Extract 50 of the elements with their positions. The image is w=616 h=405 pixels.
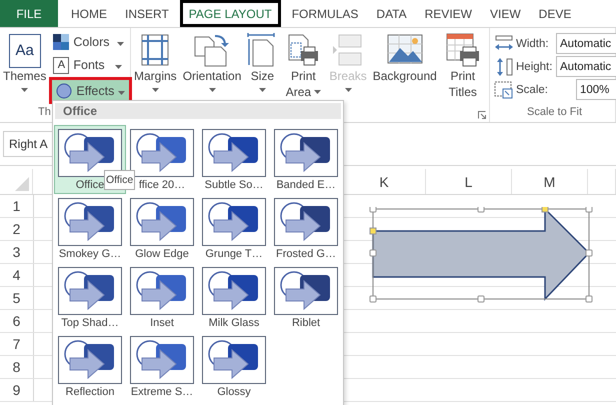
- ribbon-tab[interactable]: DEVE: [532, 0, 578, 27]
- effect-option[interactable]: Banded E…: [270, 125, 342, 194]
- ribbon-tab[interactable]: DATA: [369, 0, 414, 27]
- effect-option[interactable]: Grunge T…: [198, 194, 270, 263]
- field-label: Width:: [516, 38, 550, 50]
- group-label: Th: [38, 106, 51, 118]
- row-header[interactable]: 8: [0, 356, 34, 378]
- ribbon-tab[interactable]: INSERT: [118, 0, 176, 27]
- column-header[interactable]: L: [426, 169, 512, 194]
- ribbon-tab[interactable]: FORMULAS: [284, 0, 366, 27]
- row-header[interactable]: 4: [0, 264, 34, 286]
- ribbon-tab[interactable]: PAGE LAYOUT: [180, 0, 281, 27]
- ribbon-tab[interactable]: REVIEW: [418, 0, 479, 27]
- height-field[interactable]: Automatic: [556, 56, 616, 77]
- print-titles-button[interactable]: Print Titles: [440, 28, 486, 122]
- colors-button[interactable]: Colors: [49, 31, 132, 53]
- effect-option[interactable]: Riblet: [270, 263, 342, 332]
- width-field[interactable]: Automatic: [556, 33, 616, 54]
- file-tab[interactable]: FILE: [0, 0, 58, 27]
- row-header[interactable]: 2: [0, 218, 34, 240]
- field-label: Height:: [516, 60, 554, 72]
- tooltip: Office: [104, 170, 136, 190]
- effect-option[interactable]: Glow Edge: [126, 194, 198, 263]
- row-header[interactable]: 7: [0, 333, 34, 355]
- ribbon-tab[interactable]: HOME: [64, 0, 114, 27]
- group-label: Scale to Fit: [526, 106, 584, 120]
- effect-option[interactable]: Frosted G…: [270, 194, 342, 263]
- row-header[interactable]: 3: [0, 241, 34, 263]
- row-header[interactable]: 5: [0, 287, 34, 309]
- effect-option[interactable]: Subtle So…: [198, 125, 270, 194]
- effect-option[interactable]: Inset: [126, 263, 198, 332]
- scale-field[interactable]: 100%: [576, 79, 616, 100]
- row-header[interactable]: 6: [0, 310, 34, 332]
- row-header[interactable]: 1: [0, 195, 34, 217]
- effect-option[interactable]: Extreme S…: [126, 332, 198, 401]
- themes-button[interactable]: Aa Themes: [0, 28, 50, 106]
- field-label: Scale:: [516, 84, 549, 96]
- background-button[interactable]: Background: [370, 28, 440, 122]
- font-icon: A: [53, 56, 70, 74]
- effect-option[interactable]: Milk Glass: [198, 263, 270, 332]
- column-header[interactable]: M: [512, 169, 588, 194]
- ribbon-tab[interactable]: VIEW: [482, 0, 528, 27]
- gallery-header: Office: [55, 103, 341, 119]
- effect-option[interactable]: Smokey G…: [54, 194, 126, 263]
- row-header[interactable]: 9: [0, 379, 34, 401]
- themes-icon: Aa: [8, 34, 41, 68]
- effect-option[interactable]: Glossy: [198, 332, 270, 401]
- fonts-button[interactable]: A Fonts: [49, 54, 132, 76]
- effect-option[interactable]: Top Shad…: [54, 263, 126, 332]
- effect-option[interactable]: Reflection: [54, 332, 126, 401]
